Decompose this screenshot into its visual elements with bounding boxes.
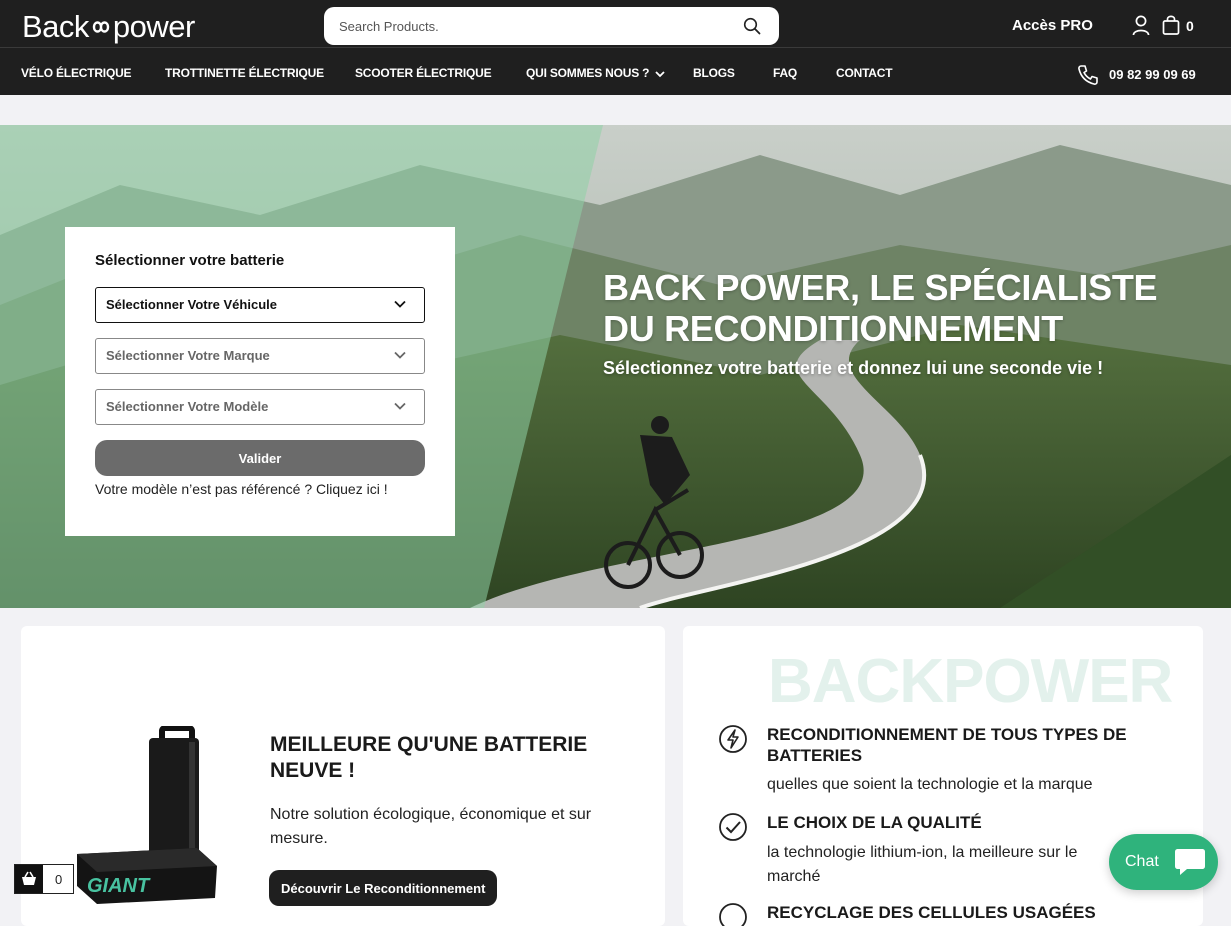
vehicle-select-value: Sélectionner Votre Véhicule xyxy=(106,297,277,312)
main-nav: VÉLO ÉLECTRIQUE TROTTINETTE ÉLECTRIQUE S… xyxy=(0,48,1231,95)
search-icon[interactable] xyxy=(743,17,761,35)
phone-icon xyxy=(1078,65,1098,85)
chat-bubble-icon xyxy=(1175,849,1205,875)
hero-title-line1: BACK POWER, LE SPÉCIALISTE xyxy=(603,267,1158,308)
battery-brand-label: GIANT xyxy=(87,875,151,897)
feature-title: RECYCLAGE DES CELLULES USAGÉES xyxy=(767,903,1096,922)
chat-label: Chat xyxy=(1125,853,1159,870)
basket-icon xyxy=(15,865,43,893)
refurbish-text: Notre solution écologique, économique et… xyxy=(270,806,592,847)
nav-item-trottinette[interactable]: TROTTINETTE ÉLECTRIQUE xyxy=(165,66,324,80)
cart-count: 0 xyxy=(1186,18,1194,34)
site-header: Back power Accès PRO 0 VÉLO ÉLECTRIQUE T… xyxy=(0,0,1231,95)
feature-text: quelles que soient la technologie et la … xyxy=(767,776,1093,793)
cart-icon[interactable] xyxy=(1161,14,1181,36)
logo-text-tail: power xyxy=(112,9,195,44)
pro-access-link[interactable]: Accès PRO xyxy=(1012,17,1093,34)
feature-text: la technologie lithium-ion, la meilleure… xyxy=(767,844,1078,885)
check-circle-icon xyxy=(719,813,747,841)
recycle-icon xyxy=(719,903,747,926)
hero-title-line2: DU RECONDITIONNEMENT xyxy=(603,308,1063,349)
chat-button[interactable]: Chat xyxy=(1109,834,1218,890)
user-icon[interactable] xyxy=(1131,14,1151,36)
brand-select-value: Sélectionner Votre Marque xyxy=(106,348,270,363)
lightning-icon xyxy=(719,725,747,753)
feature-title: LE CHOIX DE LA QUALITÉ xyxy=(767,813,982,832)
chevron-down-icon xyxy=(394,300,406,308)
nav-item-qui-sommes-nous[interactable]: QUI SOMMES NOUS ? xyxy=(526,66,665,80)
hero-banner: Sélectionner votre batterie Sélectionner… xyxy=(0,125,1231,608)
vehicle-select[interactable]: Sélectionner Votre Véhicule xyxy=(95,287,425,323)
backpower-watermark: BACKPOWER xyxy=(768,647,1173,716)
floating-basket[interactable]: 0 xyxy=(14,864,74,894)
chevron-down-icon xyxy=(394,402,406,410)
phone-number[interactable]: 09 82 99 09 69 xyxy=(1109,67,1196,82)
nav-item-velo[interactable]: VÉLO ÉLECTRIQUE xyxy=(21,66,132,80)
validate-button[interactable]: Valider xyxy=(95,440,425,476)
search-input[interactable] xyxy=(339,18,729,34)
hero-subtitle: Sélectionnez votre batterie et donnez lu… xyxy=(603,358,1104,378)
logo[interactable]: Back power xyxy=(22,9,195,45)
hero-title: BACK POWER, LE SPÉCIALISTE DU RECONDITIO… xyxy=(603,267,1158,349)
discover-refurbish-button[interactable]: Découvrir Le Reconditionnement xyxy=(269,870,498,906)
model-select-value: Sélectionner Votre Modèle xyxy=(106,399,269,414)
battery-selector: Sélectionner votre batterie Sélectionner… xyxy=(65,227,455,536)
nav-item-blogs[interactable]: BLOGS xyxy=(693,66,735,80)
nav-item-contact[interactable]: CONTACT xyxy=(836,66,893,80)
nav-item-faq[interactable]: FAQ xyxy=(773,66,797,80)
nav-item-scooter[interactable]: SCOOTER ÉLECTRIQUE xyxy=(355,66,492,80)
brand-select[interactable]: Sélectionner Votre Marque xyxy=(95,338,425,374)
model-not-listed-link[interactable]: Votre modèle n’est pas référencé ? Cliqu… xyxy=(95,481,388,497)
model-select[interactable]: Sélectionner Votre Modèle xyxy=(95,389,425,425)
feature-title: RECONDITIONNEMENT DE TOUS TYPES DE BATTE… xyxy=(767,725,1127,765)
search-bar xyxy=(324,7,779,45)
refurbish-title: MEILLEURE QU'UNE BATTERIE NEUVE ! xyxy=(270,733,588,782)
basket-count: 0 xyxy=(55,872,63,887)
logo-knot-icon xyxy=(92,21,110,33)
battery-image: GIANT xyxy=(77,726,217,904)
selector-title: Sélectionner votre batterie xyxy=(95,252,285,269)
chevron-down-icon xyxy=(655,71,665,78)
refurbish-card: GIANT MEILLEURE QU'UNE BATTERIE NEUVE ! … xyxy=(21,626,665,926)
nav-item-label: QUI SOMMES NOUS ? xyxy=(526,66,650,80)
chevron-down-icon xyxy=(394,351,406,359)
logo-text: Back xyxy=(22,9,89,44)
